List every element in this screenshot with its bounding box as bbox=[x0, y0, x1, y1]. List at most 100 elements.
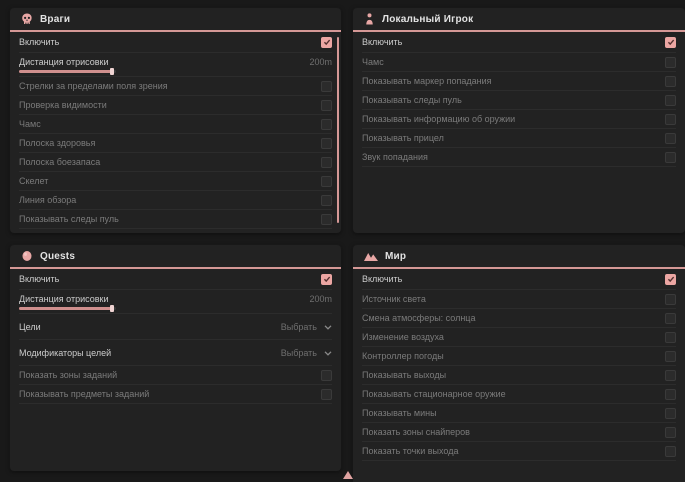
panel-body: Включить Источник света Смена атмосферы: с… bbox=[353, 269, 685, 461]
setting-row: Показать точки выхода bbox=[362, 442, 676, 461]
checkbox[interactable] bbox=[665, 351, 676, 362]
person-icon bbox=[364, 13, 375, 25]
setting-row: Включить bbox=[19, 269, 332, 290]
select-value: Выбрать bbox=[281, 322, 317, 332]
checkbox[interactable] bbox=[321, 389, 332, 400]
checkbox[interactable] bbox=[665, 274, 676, 285]
orb-icon bbox=[21, 250, 33, 262]
setting-label: Показывать следы пуль bbox=[19, 214, 119, 224]
setting-label: Линия обзора bbox=[19, 195, 76, 205]
setting-row: Проверка видимости bbox=[19, 96, 332, 115]
checkbox[interactable] bbox=[665, 408, 676, 419]
checkbox[interactable] bbox=[321, 176, 332, 187]
panel-world: Мир Включить Источник света Смена атмосферы… bbox=[353, 245, 685, 482]
setting-row: Звук попадания bbox=[362, 148, 676, 167]
scrollbar[interactable] bbox=[337, 37, 339, 223]
panel-header: Мир bbox=[353, 245, 685, 269]
setting-row: Полоска боезапаса bbox=[19, 153, 332, 172]
setting-label: Смена атмосферы: солнца bbox=[362, 313, 475, 323]
checkbox[interactable] bbox=[321, 100, 332, 111]
checkbox[interactable] bbox=[665, 37, 676, 48]
setting-row: Контроллер погоды bbox=[362, 347, 676, 366]
checkbox[interactable] bbox=[665, 114, 676, 125]
setting-label: Стрелки за пределами поля зрения bbox=[19, 81, 168, 91]
setting-label: Изменение воздуха bbox=[362, 332, 444, 342]
checkbox[interactable] bbox=[665, 370, 676, 381]
setting-label: Показать зоны заданий bbox=[19, 370, 117, 380]
setting-row: Дистанция отрисовки200m bbox=[19, 53, 332, 77]
setting-row: Источник света bbox=[362, 290, 676, 309]
setting-row: Скелет bbox=[19, 172, 332, 191]
panel-title: Локальный Игрок bbox=[382, 14, 473, 25]
slider[interactable] bbox=[19, 307, 116, 310]
setting-row: Дистанция отрисовки200m bbox=[19, 290, 332, 314]
setting-row: Чамс bbox=[19, 115, 332, 134]
slider-fill bbox=[19, 70, 112, 73]
setting-label: Полоска здоровья bbox=[19, 138, 95, 148]
panel-body: ВключитьЧамсПоказывать маркер попаданияП… bbox=[353, 32, 685, 167]
setting-label: Дистанция отрисовки bbox=[19, 294, 109, 304]
checkbox[interactable] bbox=[665, 152, 676, 163]
setting-label: Чамс bbox=[362, 57, 384, 67]
checkbox[interactable] bbox=[321, 157, 332, 168]
setting-label: Показать зоны снайперов bbox=[362, 427, 470, 437]
setting-row: Показывать стационарное оружие bbox=[362, 385, 676, 404]
select-dropdown[interactable]: Выбрать bbox=[281, 322, 332, 332]
panel-enemies: Враги Включить Дистанция отрисовки200m Стре… bbox=[10, 8, 341, 233]
slider-row-top: Дистанция отрисовки200m bbox=[19, 294, 332, 304]
checkbox[interactable] bbox=[665, 294, 676, 305]
setting-row: Показывать выходы bbox=[362, 366, 676, 385]
setting-row: Смена атмосферы: солнца bbox=[362, 309, 676, 328]
select-dropdown[interactable]: Выбрать bbox=[281, 348, 332, 358]
setting-label: Показывать выходы bbox=[362, 370, 446, 380]
checkbox[interactable] bbox=[665, 76, 676, 87]
setting-row: Модификаторы целейВыбрать bbox=[19, 340, 332, 366]
checkbox[interactable] bbox=[321, 370, 332, 381]
setting-label: Включить bbox=[362, 274, 402, 284]
checkbox[interactable] bbox=[665, 313, 676, 324]
setting-label: Звук попадания bbox=[362, 152, 428, 162]
checkbox[interactable] bbox=[321, 274, 332, 285]
checkbox[interactable] bbox=[321, 214, 332, 225]
checkbox[interactable] bbox=[665, 133, 676, 144]
setting-row: Включить bbox=[19, 32, 332, 53]
checkbox[interactable] bbox=[665, 95, 676, 106]
setting-row: Изменение воздуха bbox=[362, 328, 676, 347]
checkbox[interactable] bbox=[321, 195, 332, 206]
select-value: Выбрать bbox=[281, 348, 317, 358]
checkbox[interactable] bbox=[665, 57, 676, 68]
panel-quests: Quests Включить Дистанция отрисовки200m Цел… bbox=[10, 245, 341, 471]
panel-body: Включить Дистанция отрисовки200m Цели Выбра… bbox=[10, 269, 341, 404]
skull-icon bbox=[21, 13, 33, 25]
setting-row: Полоска здоровья bbox=[19, 134, 332, 153]
checkbox[interactable] bbox=[321, 119, 332, 130]
checkbox[interactable] bbox=[665, 389, 676, 400]
slider-fill bbox=[19, 307, 112, 310]
slider-handle[interactable] bbox=[110, 305, 114, 312]
setting-row: Показывать следы пуль bbox=[19, 210, 332, 229]
setting-label: Показывать следы пуль bbox=[362, 95, 462, 105]
panel-title: Quests bbox=[40, 251, 75, 262]
setting-label: Показывать стационарное оружие bbox=[362, 389, 506, 399]
slider[interactable] bbox=[19, 70, 116, 73]
slider-row-top: Дистанция отрисовки200m bbox=[19, 57, 332, 67]
checkbox[interactable] bbox=[665, 427, 676, 438]
checkbox[interactable] bbox=[665, 332, 676, 343]
checkbox[interactable] bbox=[665, 446, 676, 457]
setting-label: Цели bbox=[19, 322, 41, 332]
checkbox[interactable] bbox=[321, 138, 332, 149]
slider-handle[interactable] bbox=[110, 68, 114, 75]
setting-label: Показывать прицел bbox=[362, 133, 444, 143]
setting-row: Показать зоны снайперов bbox=[362, 423, 676, 442]
setting-row: Показывать мины bbox=[362, 404, 676, 423]
chevron-down-icon bbox=[324, 348, 332, 358]
panel-title: Враги bbox=[40, 14, 70, 25]
panel-header: Quests bbox=[10, 245, 341, 269]
setting-row: Чамс bbox=[362, 53, 676, 72]
setting-label: Источник света bbox=[362, 294, 426, 304]
checkbox[interactable] bbox=[321, 81, 332, 92]
setting-row: Линия обзора bbox=[19, 191, 332, 210]
checkbox[interactable] bbox=[321, 37, 332, 48]
setting-value: 200m bbox=[309, 57, 332, 67]
setting-label: Включить bbox=[19, 274, 59, 284]
